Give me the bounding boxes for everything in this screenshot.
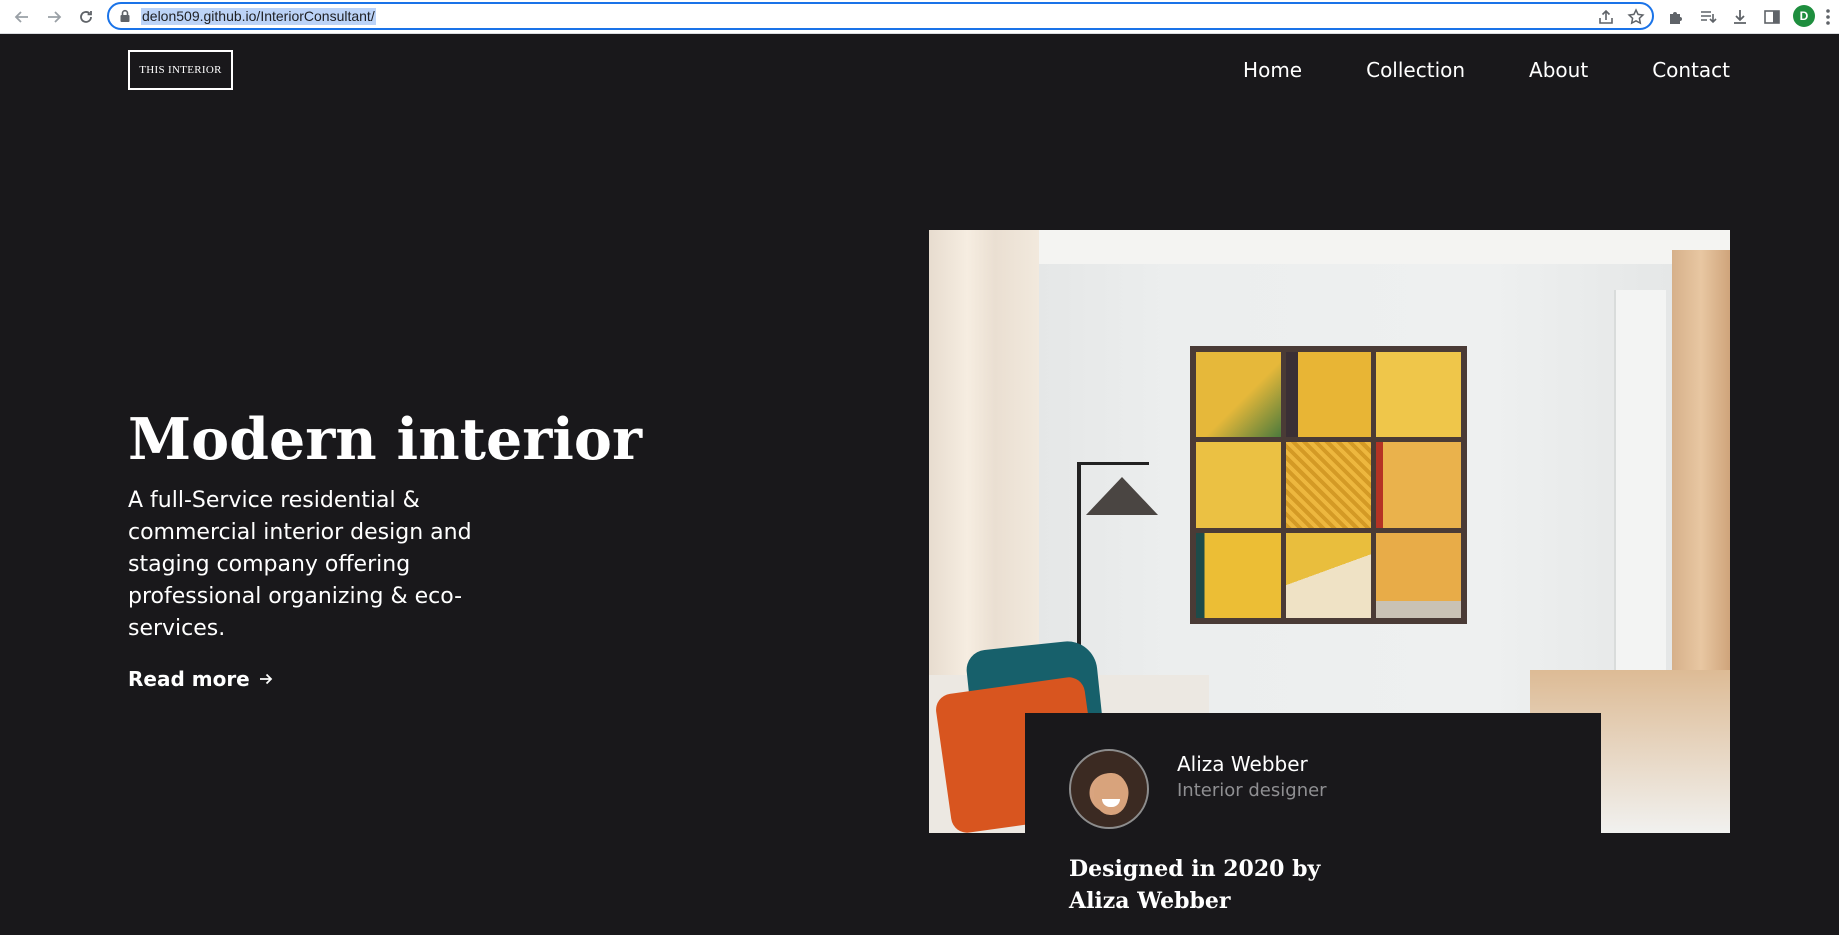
side-panel-icon <box>1764 10 1780 24</box>
address-bar[interactable]: delon509.github.io/InteriorConsultant/ <box>107 2 1654 30</box>
share-icon[interactable] <box>1597 8 1615 26</box>
read-more-label: Read more <box>128 667 250 691</box>
hero-title: Modern interior <box>128 406 642 473</box>
read-more-link[interactable]: Read more <box>128 664 274 694</box>
star-icon[interactable] <box>1627 8 1645 26</box>
profile-avatar[interactable]: D <box>1793 5 1815 27</box>
nav-home[interactable]: Home <box>1243 55 1302 85</box>
designer-avatar <box>1069 749 1149 829</box>
designer-role: Interior designer <box>1177 780 1327 801</box>
art-pane <box>1286 352 1371 438</box>
nav-about[interactable]: About <box>1529 55 1588 85</box>
art-pane <box>1196 352 1281 438</box>
downloads-button[interactable] <box>1728 5 1752 29</box>
url-text[interactable]: delon509.github.io/InteriorConsultant/ <box>141 8 376 25</box>
art-pane <box>1196 442 1281 528</box>
art-pane <box>1196 532 1281 618</box>
designer-name: Aliza Webber <box>1177 752 1308 776</box>
hero-description: A full-Service residential & commercial … <box>128 488 472 641</box>
lamp-shade <box>1086 477 1158 515</box>
arrow-right-icon <box>48 11 62 23</box>
avatar-face <box>1094 773 1128 815</box>
floor-lamp-arm <box>1077 462 1149 465</box>
back-button[interactable] <box>10 5 34 29</box>
browser-toolbar: delon509.github.io/InteriorConsultant/ D <box>0 0 1839 34</box>
site-logo[interactable]: THIS INTERIOR <box>128 50 233 90</box>
puzzle-icon <box>1670 12 1682 24</box>
forward-button[interactable] <box>42 5 66 29</box>
download-icon <box>1734 10 1746 24</box>
extensions-button[interactable] <box>1664 5 1688 29</box>
designed-by-caption: Designed in 2020 by Aliza Webber <box>1069 856 1321 914</box>
reading-list-button[interactable] <box>1696 5 1720 29</box>
side-panel-button[interactable] <box>1760 5 1784 29</box>
arrow-right-icon <box>259 673 273 685</box>
lock-icon <box>120 9 130 22</box>
main-nav: Home Collection About Contact <box>1243 55 1730 85</box>
wall-art <box>1190 346 1467 624</box>
art-pane <box>1286 442 1371 528</box>
arrow-left-icon <box>14 11 28 23</box>
browser-menu-button[interactable] <box>1816 5 1839 29</box>
nav-collection[interactable]: Collection <box>1366 55 1465 85</box>
art-pane <box>1376 442 1461 528</box>
reading-list-icon <box>1701 11 1717 24</box>
reload-button[interactable] <box>74 5 98 29</box>
designer-card: Aliza Webber Interior designer Designed … <box>1025 713 1601 935</box>
art-pane <box>1286 532 1371 618</box>
ceiling <box>929 230 1730 264</box>
art-pane <box>1376 352 1461 438</box>
nav-contact[interactable]: Contact <box>1652 55 1730 85</box>
kebab-menu-icon <box>1826 9 1830 25</box>
reload-icon <box>80 11 92 23</box>
art-pane <box>1376 532 1461 618</box>
